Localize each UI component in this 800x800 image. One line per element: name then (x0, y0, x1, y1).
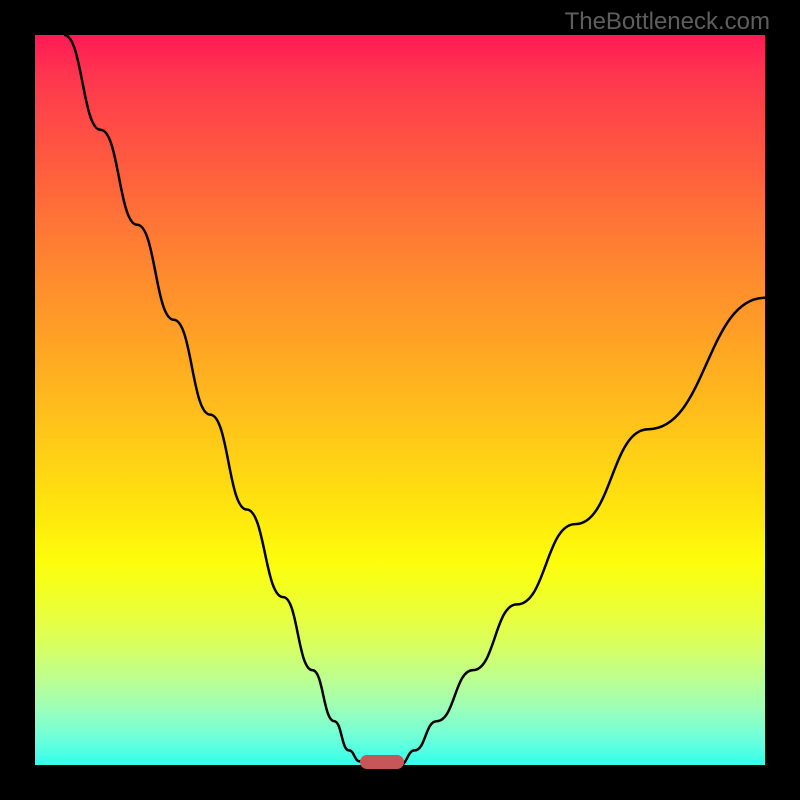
bottleneck-marker (360, 755, 404, 769)
curves-svg (35, 35, 765, 765)
chart-plot-area (35, 35, 765, 765)
left-curve (64, 35, 367, 765)
watermark-text: TheBottleneck.com (565, 8, 770, 36)
right-curve (400, 298, 765, 765)
